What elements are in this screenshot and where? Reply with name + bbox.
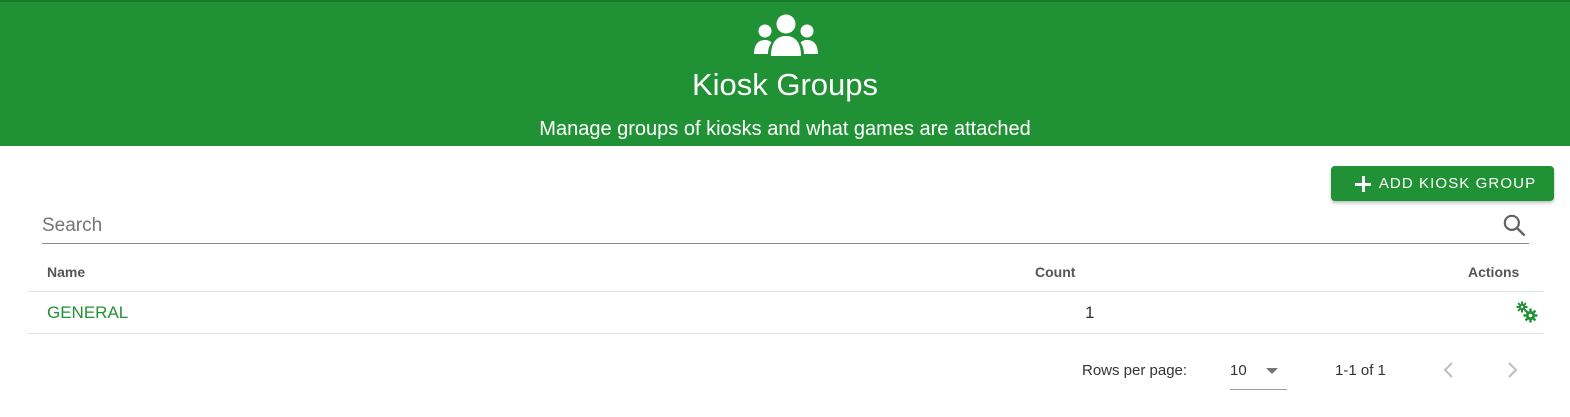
column-header-actions: Actions — [1468, 264, 1520, 280]
table-pagination: Rows per page: 10 1-1 of 1 — [0, 350, 1570, 392]
page-subtitle: Manage groups of kiosks and what games a… — [539, 118, 1031, 140]
kiosk-group-name-link[interactable]: GENERAL — [47, 303, 128, 323]
search-field — [42, 206, 1529, 244]
page-header: Kiosk Groups Manage groups of kiosks and… — [0, 0, 1570, 146]
search-icon[interactable] — [1501, 212, 1527, 238]
column-header-name[interactable]: Name — [47, 264, 85, 280]
column-header-count[interactable]: Count — [1035, 264, 1075, 280]
pagination-range: 1-1 of 1 — [1335, 362, 1386, 379]
chevron-right-icon[interactable] — [1500, 358, 1524, 382]
users-group-icon — [754, 14, 818, 56]
caret-down-icon — [1266, 368, 1278, 374]
add-kiosk-group-label: ADD KIOSK GROUP — [1378, 175, 1537, 192]
rows-per-page-value: 10 — [1230, 362, 1247, 379]
gears-icon[interactable] — [1515, 300, 1539, 324]
table-header: Name Count Actions — [28, 252, 1544, 292]
rows-per-page-select[interactable]: 10 — [1230, 354, 1287, 390]
page-title: Kiosk Groups — [691, 67, 879, 102]
kiosk-group-count: 1 — [1085, 303, 1095, 322]
plus-icon — [1353, 174, 1373, 194]
search-input[interactable] — [42, 212, 1482, 240]
add-kiosk-group-button[interactable]: ADD KIOSK GROUP — [1331, 166, 1554, 201]
kiosk-groups-table: Name Count Actions GENERAL 1 — [28, 252, 1544, 334]
rows-per-page-label: Rows per page: — [1082, 362, 1188, 379]
chevron-left-icon[interactable] — [1437, 358, 1461, 382]
table-row: GENERAL 1 — [28, 292, 1544, 334]
